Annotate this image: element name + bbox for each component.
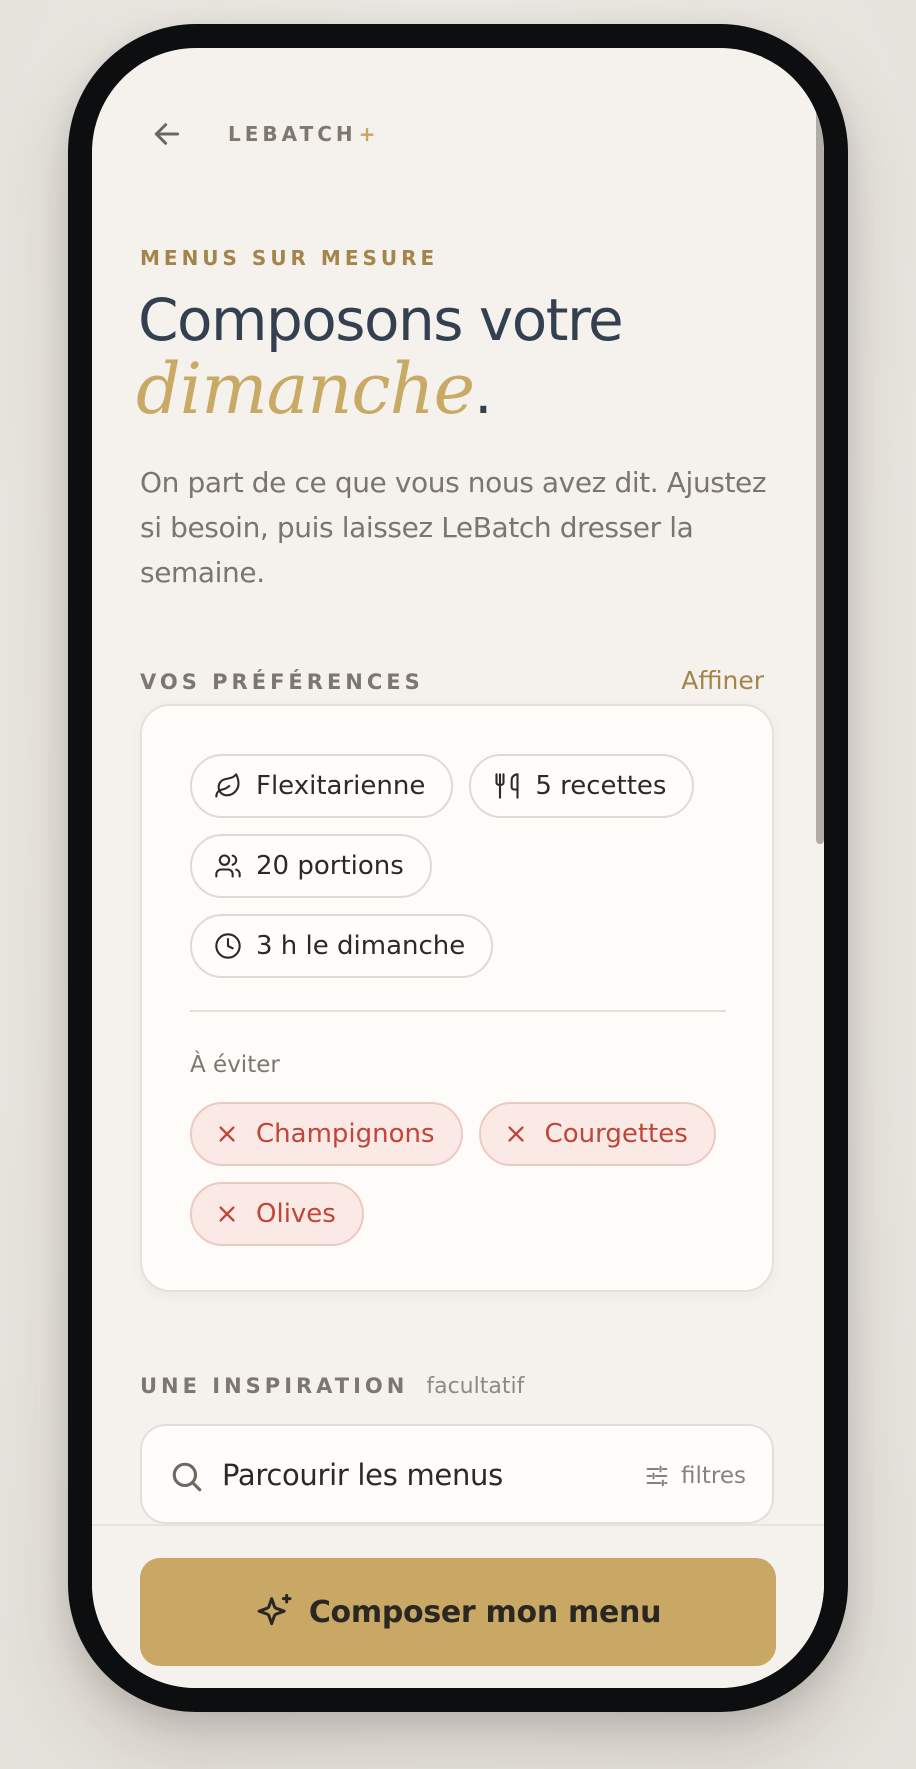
chip-label: 20 portions <box>256 851 404 881</box>
inspiration-header: UNE INSPIRATION facultatif <box>140 1374 764 1399</box>
inspiration-label: UNE INSPIRATION <box>140 1374 409 1398</box>
optional-hint: facultatif <box>426 1374 525 1399</box>
search-placeholder: Parcourir les menus <box>222 1458 503 1492</box>
bottom-action-bar: Composer mon menu <box>92 1524 824 1688</box>
sparkles-icon <box>257 1593 292 1626</box>
eyebrow-label: MENUS SUR MESURE <box>140 246 439 270</box>
sliders-icon <box>646 1465 668 1487</box>
avoid-chip-label: Olives <box>256 1199 336 1229</box>
x-icon[interactable] <box>505 1123 527 1145</box>
filters-label: filtres <box>681 1463 746 1489</box>
lead-paragraph: On part de ce que vous nous avez dit. Aj… <box>140 466 767 589</box>
avoid-chips: Champignons Courgettes Olives <box>190 1102 730 1262</box>
compose-menu-label: Composer mon menu <box>308 1594 662 1630</box>
compose-menu-button[interactable]: Composer mon menu <box>140 1558 776 1666</box>
chip-diet[interactable]: Flexitarienne <box>190 754 454 818</box>
avoid-label: À éviter <box>190 1052 280 1078</box>
brand-mark: + <box>358 122 376 146</box>
chip-portions[interactable]: 20 portions <box>190 834 432 898</box>
avoid-chip-label: Champignons <box>256 1119 435 1149</box>
browse-menus-search[interactable]: Parcourir les menus filtres <box>140 1424 774 1524</box>
chip-label: 3 h le dimanche <box>256 931 466 961</box>
avoid-chip-label: Courgettes <box>544 1119 688 1149</box>
filters-button[interactable]: filtres <box>643 1462 746 1490</box>
arrow-left-icon <box>154 123 180 145</box>
chip-time[interactable]: 3 h le dimanche <box>190 914 494 978</box>
preferences-card: Flexitarienne 5 recettes 20 portions 3 h… <box>140 704 774 1292</box>
phone-frame: LEBATCH + MENUS SUR MESURE Composons votr… <box>68 24 848 1712</box>
page-title: Composons votre <box>138 286 624 354</box>
stage: LEBATCH + MENUS SUR MESURE Composons votr… <box>0 0 916 1769</box>
top-bar: LEBATCH + <box>144 104 375 164</box>
search-icon <box>172 1462 202 1492</box>
preferences-header: VOS PRÉFÉRENCES Affiner <box>140 666 764 695</box>
back-button[interactable] <box>144 111 190 157</box>
chip-label: 5 recettes <box>535 771 667 801</box>
title-dot: . <box>474 359 492 427</box>
users-icon <box>214 852 242 880</box>
avoid-chip-olives[interactable]: Olives <box>190 1182 364 1246</box>
brand-logo: LEBATCH + <box>228 122 375 146</box>
page-title-accent: dimanche. <box>136 348 493 430</box>
card-divider <box>190 1010 726 1012</box>
title-accent-word: dimanche <box>136 348 475 430</box>
leaf-icon <box>214 772 242 800</box>
brand-name: LEBATCH <box>228 122 357 146</box>
preferences-label: VOS PRÉFÉRENCES <box>140 670 424 694</box>
x-icon[interactable] <box>216 1123 238 1145</box>
chip-label: Flexitarienne <box>256 771 426 801</box>
chip-recipes[interactable]: 5 recettes <box>469 754 695 818</box>
clock-icon <box>214 932 242 960</box>
app-screen: LEBATCH + MENUS SUR MESURE Composons votr… <box>92 48 824 1688</box>
preference-chips: Flexitarienne 5 recettes 20 portions 3 h… <box>190 754 730 994</box>
avoid-chip-zucchini[interactable]: Courgettes <box>478 1102 716 1166</box>
utensils-icon <box>493 772 521 800</box>
scrollbar[interactable] <box>816 96 824 844</box>
refine-link[interactable]: Affiner <box>681 666 764 695</box>
x-icon[interactable] <box>216 1203 238 1225</box>
avoid-chip-mushrooms[interactable]: Champignons <box>190 1102 463 1166</box>
